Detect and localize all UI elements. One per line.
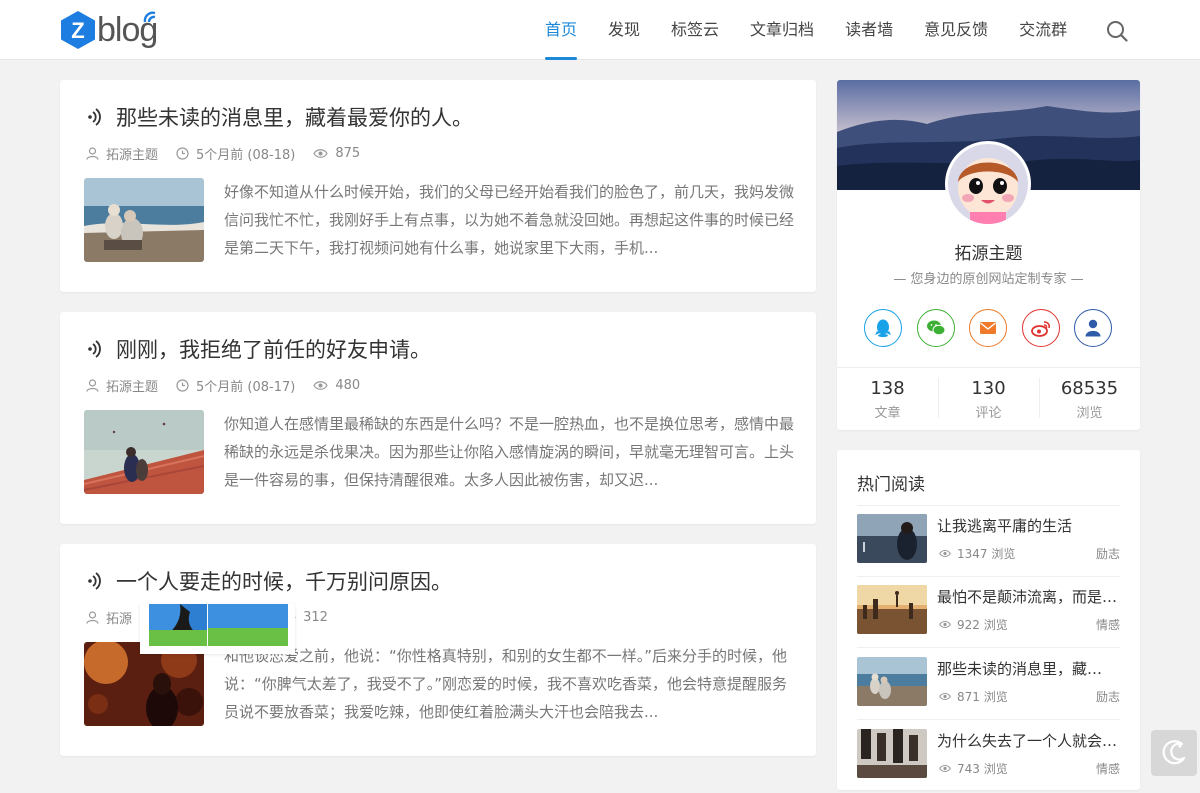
post-title[interactable]: 那些未读的消息里，藏着最爱你的人。 (84, 102, 473, 132)
nav-item-group[interactable]: 交流群 (1019, 0, 1067, 60)
wechat-icon[interactable] (916, 309, 955, 347)
post-title-text[interactable]: 那些未读的消息里，藏着最爱你的人。 (116, 102, 473, 132)
hot-thumbnail[interactable] (857, 514, 927, 563)
post-meta: 拓源主题 5个月前 (08-17) 480 (86, 376, 378, 395)
hot-item-title[interactable]: 让我逃离平庸的生活 (937, 515, 1117, 536)
post-views: 875 (313, 146, 360, 161)
divider (857, 576, 1120, 577)
post-views: 480 (313, 378, 360, 393)
hot-item-views: 743 浏览 (939, 760, 1008, 777)
eye-icon (939, 692, 951, 701)
audio-signal-icon (88, 572, 101, 590)
post-card: 那些未读的消息里，藏着最爱你的人。 拓源主题 5个月前 (08-18) 875 … (60, 80, 816, 292)
audio-signal-icon (88, 108, 101, 126)
hot-thumbnail[interactable] (857, 657, 927, 706)
profile-stats: 138 文章 130 评论 68535 浏览 (837, 367, 1140, 429)
hot-thumbnail[interactable] (857, 729, 927, 778)
list-item[interactable]: 最怕不是颠沛流离，而是… 922 浏览 情感 (857, 585, 1120, 649)
user-icon (86, 379, 99, 392)
search-icon[interactable] (1106, 20, 1128, 42)
post-author[interactable]: 拓源主题 (86, 144, 158, 163)
weibo-icon[interactable] (1021, 309, 1060, 347)
stat-posts[interactable]: 138 文章 (837, 368, 938, 429)
social-links (864, 309, 1127, 347)
post-thumbnail[interactable] (84, 178, 204, 262)
profile-widget: 拓源主题 — 您身边的原创网站定制专家 — 138 文章 130 评论 6853… (837, 80, 1140, 430)
eye-icon (313, 381, 329, 390)
avatar[interactable] (945, 141, 1031, 227)
logo-wave-icon (143, 11, 156, 23)
hot-reads-widget: 热门阅读 让我逃离平庸的生活 1347 浏览 励志 最怕不是颠沛流离，而是… 9… (837, 450, 1140, 790)
hot-item-category[interactable]: 情感 (1096, 760, 1120, 777)
night-mode-button[interactable] (1151, 730, 1197, 776)
post-author[interactable]: 拓源 (86, 608, 132, 627)
user-icon[interactable] (1074, 309, 1112, 347)
hot-thumbnail[interactable] (857, 585, 927, 634)
hot-item-views: 1347 浏览 (939, 545, 1015, 562)
site-header: Z blog 首页 发现 标签云 文章归档 读者墙 意见反馈 交流群 (0, 0, 1200, 60)
post-title-text[interactable]: 一个人要走的时候，千万别问原因。 (116, 566, 452, 596)
divider (857, 505, 1120, 506)
user-icon (86, 611, 99, 624)
overlay-image-popup (140, 604, 295, 654)
clock-icon (176, 147, 189, 160)
hot-item-category[interactable]: 励志 (1096, 688, 1120, 705)
qq-icon[interactable] (864, 309, 902, 347)
nav-item-home[interactable]: 首页 (545, 0, 578, 60)
divider (857, 647, 1120, 648)
profile-name: 拓源主题 (954, 244, 1023, 264)
hot-item-title[interactable]: 为什么失去了一个人就会… (937, 730, 1117, 751)
divider (857, 719, 1120, 720)
eye-icon (939, 620, 951, 629)
post-title[interactable]: 一个人要走的时候，千万别问原因。 (84, 566, 452, 596)
hot-reads-title: 热门阅读 (857, 475, 925, 495)
audio-signal-icon (88, 340, 101, 358)
hot-item-title[interactable]: 那些未读的消息里，藏着最爱你的人。 (937, 658, 1117, 679)
post-title-text[interactable]: 刚刚，我拒绝了前任的好友申请。 (116, 334, 431, 364)
hot-item-views: 871 浏览 (939, 688, 1008, 705)
list-item[interactable]: 为什么失去了一个人就会… 743 浏览 情感 (857, 729, 1120, 793)
post-card: 刚刚，我拒绝了前任的好友申请。 拓源主题 5个月前 (08-17) 480 你知… (60, 312, 816, 524)
hot-item-category[interactable]: 励志 (1096, 545, 1120, 562)
post-meta: 拓源主题 5个月前 (08-18) 875 (86, 144, 378, 163)
list-item[interactable]: 让我逃离平庸的生活 1347 浏览 励志 (857, 514, 1120, 578)
eye-icon (939, 764, 951, 773)
nav-item-feedback[interactable]: 意见反馈 (924, 0, 988, 60)
profile-tagline: — 您身边的原创网站定制专家 — (893, 272, 1084, 287)
email-icon[interactable] (969, 309, 1007, 347)
main-nav: 首页 发现 标签云 文章归档 读者墙 意见反馈 交流群 (545, 0, 1098, 60)
nav-item-tags[interactable]: 标签云 (671, 0, 719, 60)
post-date: 5个月前 (08-18) (176, 144, 295, 163)
post-excerpt: 你知道人在感情里最稀缺的东西是什么吗？不是一腔热血，也不是换位思考，感情中最稀缺… (224, 415, 794, 489)
post-excerpt: 和他谈恋爱之前，他说：“你性格真特别，和别的女生都不一样。”后来分手的时候，他说… (224, 647, 788, 721)
svg-text:Z: Z (71, 18, 84, 43)
logo-hexagon-icon: Z (61, 11, 95, 49)
hot-item-category[interactable]: 情感 (1096, 616, 1120, 633)
hot-item-views: 922 浏览 (939, 616, 1008, 633)
post-thumbnail[interactable] (84, 410, 204, 494)
clock-icon (176, 379, 189, 392)
hot-item-title[interactable]: 最怕不是颠沛流离，而是… (937, 586, 1117, 607)
eye-icon (313, 149, 329, 158)
stat-views[interactable]: 68535 浏览 (1039, 368, 1140, 429)
post-date: 5个月前 (08-17) (176, 376, 295, 395)
post-excerpt: 好像不知道从什么时候开始，我们的父母已经开始看我们的脸色了，前几天，我妈发微信问… (224, 183, 794, 257)
user-icon (86, 147, 99, 160)
list-item[interactable]: 那些未读的消息里，藏着最爱你的人。 871 浏览 励志 (857, 657, 1120, 721)
eye-icon (939, 549, 951, 558)
moon-icon (1162, 740, 1186, 765)
post-author[interactable]: 拓源主题 (86, 376, 158, 395)
nav-item-readers[interactable]: 读者墙 (845, 0, 893, 60)
nav-item-archive[interactable]: 文章归档 (750, 0, 814, 60)
post-thumbnail[interactable] (84, 642, 204, 726)
nav-item-discover[interactable]: 发现 (608, 0, 640, 60)
site-logo[interactable]: Z blog (58, 10, 170, 50)
post-title[interactable]: 刚刚，我拒绝了前任的好友申请。 (84, 334, 431, 364)
stat-comments[interactable]: 130 评论 (938, 368, 1039, 429)
